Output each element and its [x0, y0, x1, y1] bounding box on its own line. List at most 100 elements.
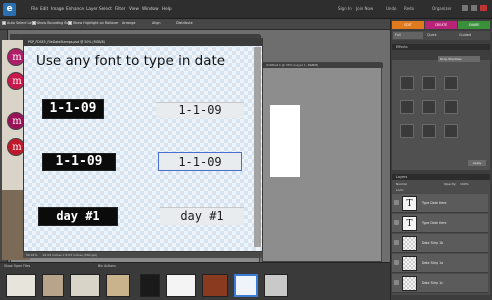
bin-thumbnail[interactable] — [202, 274, 228, 297]
text-layer-thumbnail: T — [402, 216, 417, 231]
date-stamp-dark[interactable]: day #1 — [38, 207, 118, 226]
effect-swatch[interactable] — [444, 76, 458, 90]
tool-options-bar: Auto Select Layer Show Bounding Box Show… — [0, 19, 390, 30]
close-icon[interactable] — [480, 5, 487, 11]
menu-view[interactable]: View — [129, 6, 139, 11]
redo-button[interactable]: Redo — [404, 6, 414, 11]
blend-mode-select[interactable]: Normal — [396, 182, 407, 186]
main-document-window[interactable]: PSP_FDSE5_FileDateStamps.psd @ 50% (RGB/… — [23, 38, 263, 252]
menu-select[interactable]: Select — [99, 6, 112, 11]
opacity-field[interactable]: 100% — [460, 182, 469, 186]
headline-text: Use any font to type in date — [36, 53, 226, 69]
document-dimensions: 10.03 inches x 8.03 inches (300 ppi) — [42, 253, 98, 257]
distribute-button[interactable]: Distribute — [176, 21, 193, 25]
subtab-guided[interactable]: Guided — [457, 32, 487, 39]
effect-swatch[interactable] — [400, 76, 414, 90]
eye-icon[interactable] — [394, 280, 399, 285]
bin-thumbnail[interactable] — [264, 274, 288, 297]
effect-swatch[interactable] — [400, 124, 414, 138]
tab-share[interactable]: SHARE — [458, 21, 490, 29]
eye-icon[interactable] — [394, 240, 399, 245]
bin-thumbnail[interactable] — [166, 274, 196, 297]
mode-tabs: EDIT CREATE SHARE — [392, 21, 490, 30]
layer-name: Date Strip 1b — [422, 241, 444, 245]
bin-thumbnail[interactable] — [70, 274, 100, 297]
menu-help[interactable]: Help — [162, 6, 172, 11]
vertical-scrollbar[interactable] — [254, 47, 261, 247]
date-stamp-light-selected[interactable]: 1-1-09 — [158, 152, 242, 171]
document-title[interactable]: PSP_FDSE5_FileDateStamps.psd @ 50% (RGB/… — [24, 39, 262, 46]
effects-header[interactable]: Effects — [392, 44, 490, 50]
arrange-button[interactable]: Arrange — [122, 21, 136, 25]
apply-button[interactable]: Apply — [468, 160, 486, 166]
eye-icon[interactable] — [394, 220, 399, 225]
layer-row[interactable]: T Type Date Here — [392, 194, 488, 213]
layer-name: Date Strip 1c — [422, 281, 443, 285]
sign-in-link[interactable]: Sign In — [338, 6, 352, 11]
date-stamp-light[interactable]: day #1 — [160, 207, 244, 225]
effect-swatch[interactable] — [422, 100, 436, 114]
layer-name: Type Date Here — [422, 201, 447, 205]
effect-swatch[interactable] — [400, 100, 414, 114]
bin-thumbnail-active[interactable] — [234, 274, 258, 297]
menu-enhance[interactable]: Enhance — [66, 6, 84, 11]
subtab-quick[interactable]: Quick — [425, 32, 455, 39]
show-bbox-checkbox[interactable]: Show Bounding Box — [32, 21, 71, 25]
pixel-layer-thumbnail — [402, 236, 417, 251]
layer-row[interactable]: Date Strip 1b — [392, 234, 488, 253]
maximize-icon[interactable] — [471, 5, 477, 11]
bin-thumbnail[interactable] — [106, 274, 130, 297]
layer-row[interactable]: T Type Date Here — [392, 214, 488, 233]
third-document-window[interactable]: Untitled-1 @ 33% (Layer 1, RGB/8) — [262, 62, 383, 262]
show-highlight-label: Show Highlight on Rollover — [73, 21, 119, 25]
show-bbox-label: Show Bounding Box — [37, 21, 71, 25]
layer-name: Type Date Here — [422, 221, 447, 225]
menu-image[interactable]: Image — [51, 6, 64, 11]
organizer-button[interactable]: Organizer — [432, 6, 452, 11]
undo-button[interactable]: Undo — [386, 6, 396, 11]
date-stamp-dark[interactable]: 1-1-09 — [42, 99, 104, 119]
tab-edit[interactable]: EDIT — [392, 21, 424, 29]
join-now-link[interactable]: Join Now — [356, 6, 373, 11]
menu-bar: e File Edit Image Enhance Layer Select F… — [0, 0, 492, 19]
date-stamp-dark[interactable]: 1-1-09 — [42, 153, 116, 171]
bin-actions-menu[interactable]: Bin Actions — [98, 264, 116, 268]
menu-layer[interactable]: Layer — [86, 6, 98, 11]
pixel-layer-thumbnail — [402, 256, 417, 271]
effect-swatch[interactable] — [444, 100, 458, 114]
effects-category-dropdown[interactable]: Drop Shadows — [438, 56, 480, 62]
align-button[interactable]: Align — [152, 21, 161, 25]
zoom-level[interactable]: 50.01% — [26, 253, 37, 257]
menu-window[interactable]: Window — [142, 6, 159, 11]
layer-row[interactable]: Date Strip 1c — [392, 274, 488, 293]
effect-swatch[interactable] — [444, 124, 458, 138]
pixel-layer-thumbnail — [402, 276, 417, 291]
effect-swatch[interactable] — [422, 124, 436, 138]
minimize-icon[interactable] — [462, 5, 468, 11]
text-layer-thumbnail: T — [402, 196, 417, 211]
date-stamp-light[interactable]: 1-1-09 — [156, 102, 244, 118]
show-highlight-checkbox[interactable]: Show Highlight on Rollover — [68, 21, 119, 25]
lock-label: Lock: — [396, 188, 404, 192]
bin-thumbnail[interactable] — [42, 274, 64, 297]
layer-name: Date Strip 1a — [422, 261, 444, 265]
show-open-files-dropdown[interactable]: Show Open Files — [4, 264, 30, 268]
effects-panel: Apply — [392, 60, 490, 170]
bin-thumbnail[interactable] — [140, 274, 160, 297]
menu-filter[interactable]: Filter — [115, 6, 125, 11]
menu-edit[interactable]: Edit — [40, 6, 48, 11]
elements-logo-icon: e — [3, 3, 16, 16]
tab-create[interactable]: CREATE — [425, 21, 457, 29]
effect-swatch[interactable] — [422, 76, 436, 90]
third-document-title[interactable]: Untitled-1 @ 33% (Layer 1, RGB/8) — [263, 63, 383, 68]
subtab-full[interactable]: Full — [393, 32, 423, 39]
layer-row[interactable]: Date Strip 1a — [392, 254, 488, 273]
document-status-bar: 50.01% 10.03 inches x 8.03 inches (300 p… — [23, 252, 263, 258]
menu-file[interactable]: File — [31, 6, 38, 11]
eye-icon[interactable] — [394, 200, 399, 205]
opacity-label: Opacity: — [444, 182, 457, 186]
bin-thumbnail[interactable] — [6, 274, 36, 297]
edit-subtabs: Full Quick Guided — [392, 31, 490, 40]
white-canvas-image — [270, 105, 300, 177]
eye-icon[interactable] — [394, 260, 399, 265]
